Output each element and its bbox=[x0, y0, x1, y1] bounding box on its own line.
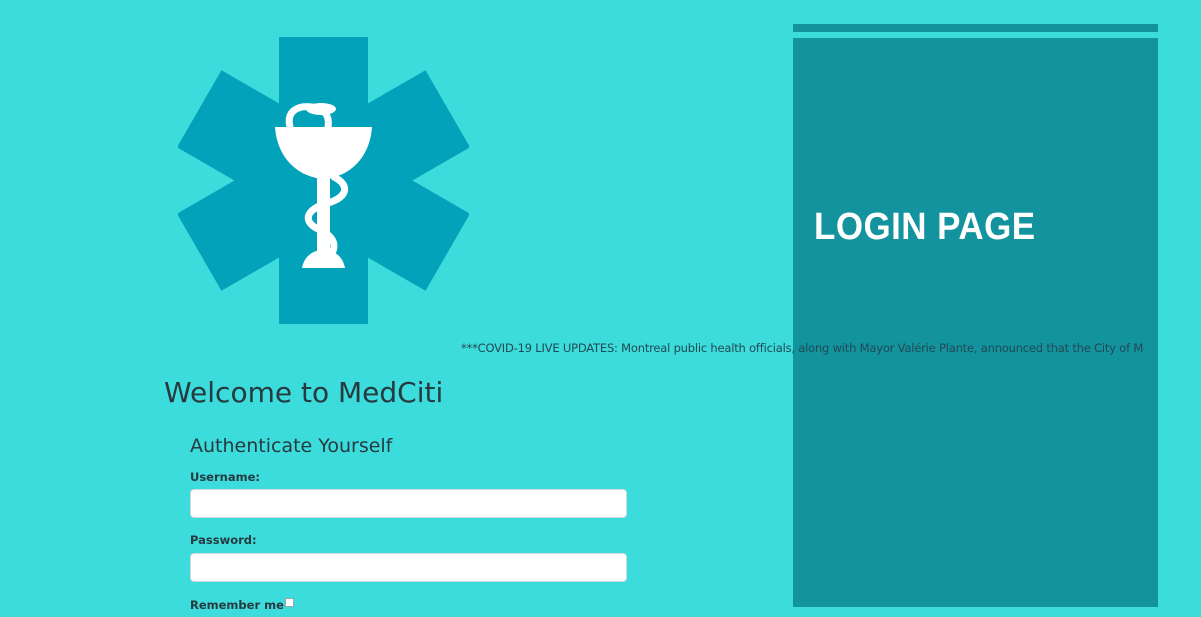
password-input[interactable] bbox=[190, 553, 627, 582]
username-label: Username: bbox=[190, 470, 260, 484]
side-panel-top-bar bbox=[793, 24, 1158, 32]
medciti-logo bbox=[176, 37, 471, 324]
remember-me-row: Remember me bbox=[190, 597, 294, 613]
remember-me-label: Remember me bbox=[190, 598, 284, 612]
login-page-title: LOGIN PAGE bbox=[814, 206, 1036, 248]
side-panel bbox=[793, 38, 1158, 607]
star-of-life-bowl-of-hygieia-icon bbox=[176, 37, 471, 324]
username-input[interactable] bbox=[190, 489, 627, 518]
remember-me-checkbox[interactable] bbox=[284, 598, 294, 607]
authenticate-heading: Authenticate Yourself bbox=[190, 435, 393, 457]
welcome-title: Welcome to MedCiti bbox=[164, 376, 444, 409]
password-label: Password: bbox=[190, 533, 257, 547]
covid-news-ticker: ***COVID-19 LIVE UPDATES: Montreal publi… bbox=[461, 341, 1144, 355]
